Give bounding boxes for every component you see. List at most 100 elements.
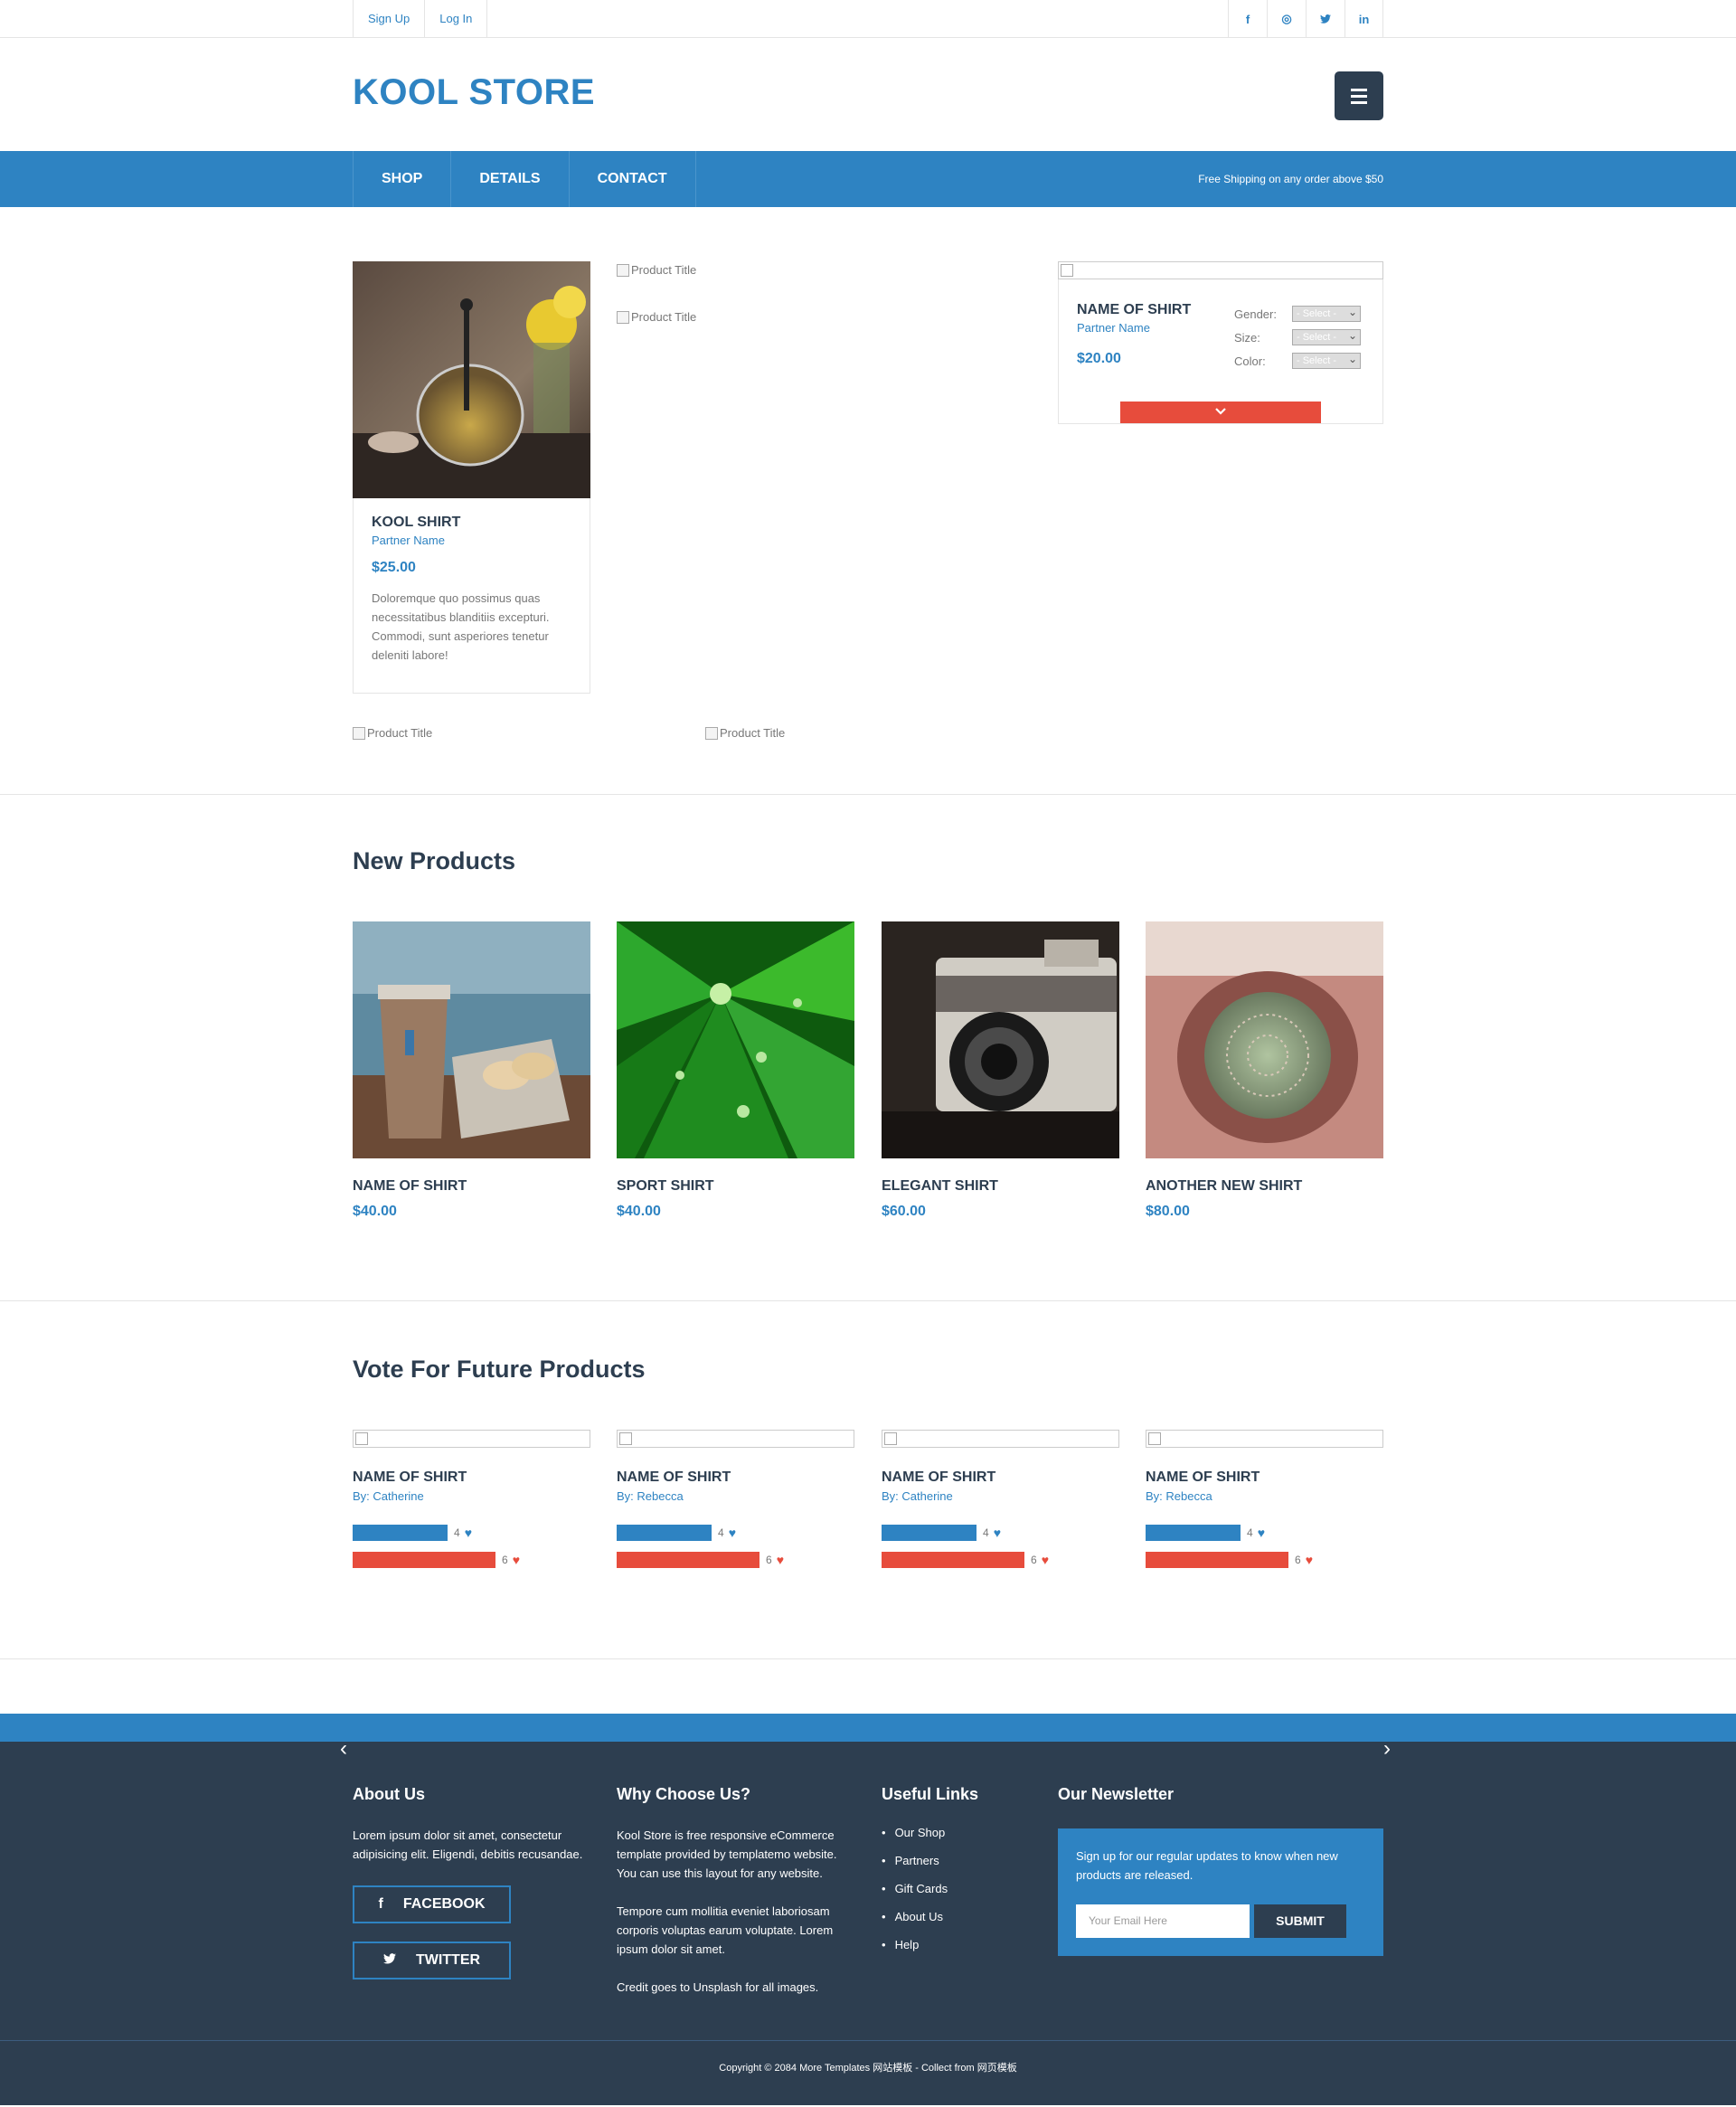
footer-link-help[interactable]: Help — [882, 1938, 1044, 1966]
nav-contact[interactable]: CONTACT — [568, 151, 696, 207]
size-select[interactable]: - Select - — [1292, 328, 1361, 345]
submit-button[interactable]: SUBMIT — [1254, 1904, 1346, 1938]
partner-name[interactable]: Partner Name — [372, 534, 571, 547]
vote-section: Vote For Future Products NAME OF SHIRT B… — [0, 1301, 1736, 1659]
heart-icon[interactable]: ♥ — [1042, 1553, 1049, 1567]
broken-image — [617, 1430, 854, 1448]
partner-name[interactable]: Partner Name — [1077, 321, 1191, 335]
heart-icon[interactable]: ♥ — [777, 1553, 784, 1567]
dislike-vote-row[interactable]: 6 ♥ — [617, 1552, 854, 1568]
heart-icon[interactable]: ♥ — [994, 1526, 1001, 1540]
product-item[interactable]: SPORT SHIRT $40.00 — [617, 921, 854, 1220]
heart-icon[interactable]: ♥ — [1258, 1526, 1265, 1540]
product-name: NAME OF SHIRT — [353, 1178, 467, 1194]
product-description: Doloremque quo possimus quas necessitati… — [372, 591, 550, 662]
heart-icon[interactable]: ♥ — [1306, 1553, 1313, 1567]
author-name: By: Catherine — [353, 1489, 424, 1503]
twitter-icon[interactable] — [1306, 0, 1344, 38]
footer-link-partners[interactable]: Partners — [882, 1854, 1044, 1882]
broken-image[interactable]: Product Title — [617, 310, 696, 324]
log-in-link[interactable]: Log In — [424, 0, 488, 38]
credit-text: Credit goes to Unsplash for all images. — [617, 1980, 819, 1994]
camera-image — [882, 921, 1119, 1158]
author-name: By: Catherine — [882, 1489, 953, 1503]
new-products-section: New Products NAME OF SHIRT $40.00 SPORT … — [0, 795, 1736, 1301]
author-name: By: Rebecca — [1146, 1489, 1212, 1503]
product-item[interactable]: ANOTHER NEW SHIRT $80.00 — [1146, 921, 1383, 1220]
vote-item: NAME OF SHIRT By: Catherine 4 ♥ 6 ♥ — [353, 1430, 590, 1568]
product-name: NAME OF SHIRT — [353, 1469, 467, 1485]
author-name: By: Rebecca — [617, 1489, 684, 1503]
newsletter-text: Sign up for our regular updates to know … — [1076, 1849, 1338, 1882]
product-price: $80.00 — [1146, 1204, 1190, 1219]
vote-item: NAME OF SHIRT By: Rebecca 4 ♥ 6 ♥ — [1146, 1430, 1383, 1568]
dislike-vote-row[interactable]: 6 ♥ — [882, 1552, 1119, 1568]
footer-link-gift-cards[interactable]: Gift Cards — [882, 1882, 1044, 1910]
top-bar: Sign Up Log In f ◎ in — [0, 0, 1736, 38]
chevron-down-icon — [1215, 408, 1226, 415]
product-detail-box: NAME OF SHIRT Partner Name $20.00 Gender… — [1058, 261, 1383, 424]
product-item[interactable]: ELEGANT SHIRT $60.00 — [882, 921, 1119, 1220]
expand-button[interactable] — [1120, 402, 1321, 423]
featured-section: KOOL SHIRT Partner Name $25.00 Doloremqu… — [0, 207, 1736, 795]
product-name: ELEGANT SHIRT — [882, 1178, 998, 1194]
product-price: $25.00 — [372, 560, 416, 575]
footer-link-about[interactable]: About Us — [882, 1910, 1044, 1938]
product-name: SPORT SHIRT — [617, 1178, 714, 1194]
hamburger-menu-button[interactable] — [1335, 71, 1383, 120]
chevron-right-icon[interactable]: › — [1383, 1736, 1391, 1762]
links-column: Useful Links Our Shop Partners Gift Card… — [882, 1785, 1044, 1966]
like-vote-row[interactable]: 4 ♥ — [1146, 1525, 1383, 1541]
nav-details[interactable]: DETAILS — [450, 151, 568, 207]
broken-image[interactable]: Product Title — [353, 726, 432, 740]
facebook-icon[interactable]: f — [1228, 0, 1267, 38]
email-input[interactable]: Your Email Here — [1076, 1904, 1250, 1938]
heart-icon[interactable]: ♥ — [465, 1526, 472, 1540]
vote-item: NAME OF SHIRT By: Catherine 4 ♥ 6 ♥ — [882, 1430, 1119, 1568]
broken-image — [1146, 1430, 1383, 1448]
dislike-vote-row[interactable]: 6 ♥ — [1146, 1552, 1383, 1568]
color-select[interactable]: - Select - — [1292, 352, 1361, 369]
product-name: NAME OF SHIRT — [1077, 302, 1192, 317]
dribbble-icon[interactable]: ◎ — [1267, 0, 1306, 38]
coffee-cup-image — [353, 921, 590, 1158]
gender-select[interactable]: - Select - — [1292, 305, 1361, 322]
facebook-button[interactable]: f FACEBOOK — [353, 1885, 511, 1923]
like-vote-row[interactable]: 4 ♥ — [617, 1525, 854, 1541]
linkedin-icon[interactable]: in — [1344, 0, 1383, 38]
product-card[interactable]: KOOL SHIRT Partner Name $25.00 Doloremqu… — [353, 261, 590, 694]
like-vote-row[interactable]: 4 ♥ — [353, 1525, 590, 1541]
social-links: f ◎ in — [1228, 0, 1383, 38]
heart-icon[interactable]: ♥ — [513, 1553, 520, 1567]
facebook-icon: f — [378, 1896, 383, 1912]
why-column: Why Choose Us? Kool Store is free respon… — [617, 1785, 843, 1997]
like-vote-row[interactable]: 4 ♥ — [882, 1525, 1119, 1541]
product-item[interactable]: NAME OF SHIRT $40.00 — [353, 921, 590, 1220]
sign-up-link[interactable]: Sign Up — [353, 0, 424, 38]
footer-link-shop[interactable]: Our Shop — [882, 1826, 1044, 1854]
product-price: $40.00 — [617, 1204, 661, 1219]
heart-icon[interactable]: ♥ — [729, 1526, 736, 1540]
broken-image[interactable]: Product Title — [705, 726, 785, 740]
shipping-notice: Free Shipping on any order above $50 — [1198, 173, 1383, 185]
footer-heading: Why Choose Us? — [617, 1785, 751, 1803]
chevron-left-icon[interactable]: ‹ — [340, 1736, 347, 1762]
newsletter-box: Sign up for our regular updates to know … — [1058, 1828, 1383, 1956]
dislike-vote-row[interactable]: 6 ♥ — [353, 1552, 590, 1568]
footer-heading: Our Newsletter — [1058, 1785, 1175, 1803]
copyright: Copyright © 2084 More Templates 网站模板 - C… — [0, 2040, 1736, 2105]
broken-image[interactable]: Product Title — [617, 263, 696, 277]
newsletter-column: Our Newsletter Sign up for our regular u… — [1058, 1785, 1383, 1956]
account-links: Sign Up Log In — [353, 0, 488, 38]
logo[interactable]: KOOL STORE — [353, 72, 595, 113]
twitter-icon — [382, 1952, 396, 1969]
twitter-button[interactable]: TWITTER — [353, 1942, 511, 1979]
product-name: NAME OF SHIRT — [1146, 1469, 1260, 1485]
footer: ‹ › About Us Lorem ipsum dolor sit amet,… — [0, 1736, 1736, 2040]
footer-heading: Useful Links — [882, 1785, 979, 1803]
cactus-image — [1146, 921, 1383, 1158]
product-name: KOOL SHIRT — [372, 515, 461, 530]
leaf-image — [617, 921, 854, 1158]
nav-shop[interactable]: SHOP — [353, 151, 450, 207]
product-price: $40.00 — [353, 1204, 397, 1219]
